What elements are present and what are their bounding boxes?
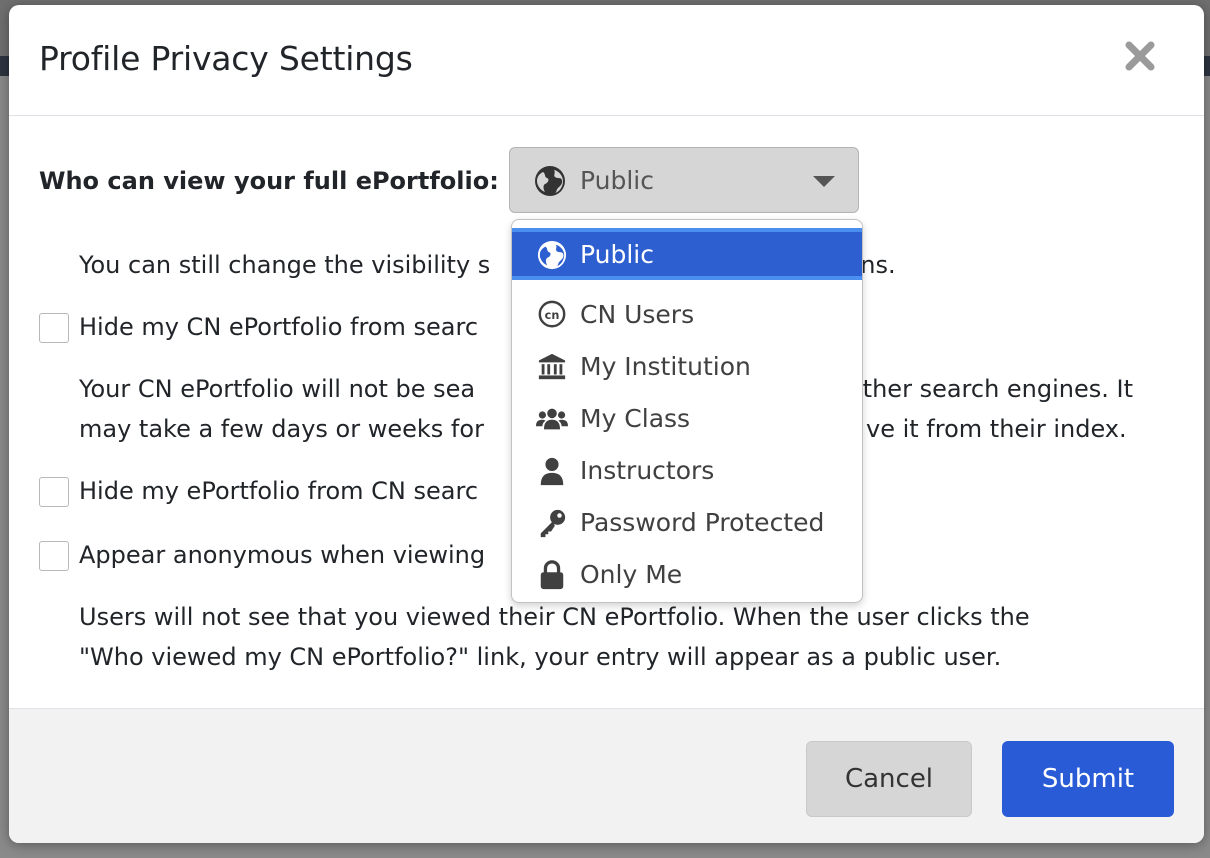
dropdown-option-label: Only Me (580, 560, 683, 589)
close-icon (1125, 41, 1155, 71)
hide-search-checkbox[interactable] (39, 313, 69, 343)
dropdown-option-my-institution[interactable]: My Institution (512, 340, 862, 392)
dropdown-option-label: My Institution (580, 352, 751, 381)
anonymous-checkbox[interactable] (39, 541, 69, 571)
visibility-label: Who can view your full ePortfolio: (39, 167, 499, 195)
dropdown-option-label: Public (580, 240, 654, 269)
dropdown-option-password-protected[interactable]: Password Protected (512, 496, 862, 548)
anonymous-description: Users will not see that you viewed their… (79, 603, 1030, 671)
dropdown-option-public[interactable]: Public (512, 228, 862, 280)
cancel-button[interactable]: Cancel (806, 741, 972, 817)
submit-button[interactable]: Submit (1002, 741, 1174, 817)
dropdown-option-label: My Class (580, 404, 691, 433)
dropdown-option-instructors[interactable]: Instructors (512, 444, 862, 496)
chevron-down-icon (813, 176, 835, 187)
dropdown-option-my-class[interactable]: My Class (512, 392, 862, 444)
dropdown-option-cn-users[interactable]: cn CN Users (512, 288, 862, 340)
hide-search-label: Hide my CN ePortfolio from searc (79, 313, 479, 341)
svg-text:cn: cn (545, 309, 560, 322)
privacy-settings-modal: Profile Privacy Settings Who can view yo… (9, 5, 1204, 843)
globe-icon (535, 166, 565, 196)
visibility-select[interactable]: Public (509, 147, 859, 213)
modal-title: Profile Privacy Settings (39, 39, 413, 78)
modal-footer: Cancel Submit (9, 708, 1204, 843)
visibility-select-value: Public (580, 166, 654, 195)
institution-icon (538, 353, 566, 380)
key-icon (540, 509, 566, 538)
users-icon (536, 408, 568, 430)
cn-icon: cn (538, 300, 566, 328)
hide-cn-search-checkbox[interactable] (39, 477, 69, 507)
dropdown-option-only-me[interactable]: Only Me (512, 548, 862, 600)
dropdown-option-label: Instructors (580, 456, 715, 485)
close-button[interactable] (1123, 39, 1157, 73)
user-icon (540, 457, 564, 486)
lock-icon (540, 560, 564, 590)
hide-cn-search-label: Hide my ePortfolio from CN searc (79, 477, 479, 505)
globe-icon (537, 240, 567, 270)
anonymous-label: Appear anonymous when viewing (79, 541, 486, 569)
dropdown-option-label: CN Users (580, 300, 695, 329)
dropdown-option-label: Password Protected (580, 508, 825, 537)
visibility-dropdown-menu: Public cn CN Users My Institution My Cla… (511, 219, 863, 603)
modal-header: Profile Privacy Settings (9, 5, 1204, 116)
